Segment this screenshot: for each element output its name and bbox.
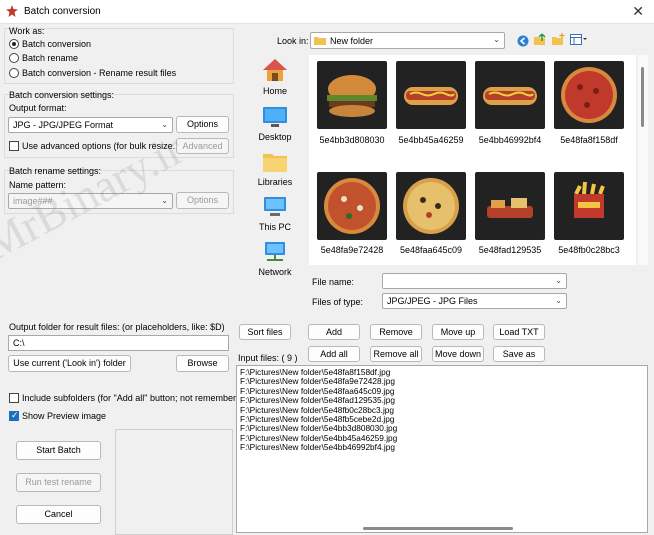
remove-all-button[interactable]: Remove all <box>370 346 422 362</box>
add-button[interactable]: Add <box>308 324 360 340</box>
look-in-value: New folder <box>330 36 374 46</box>
file-name[interactable]: 5e4bb3d808030 <box>309 135 395 145</box>
output-format-value: JPG - JPG/JPEG Format <box>13 120 114 130</box>
home-icon <box>263 59 287 81</box>
file-name[interactable]: 5e4bb46992bf4 <box>467 135 553 145</box>
file-thumb[interactable] <box>396 172 466 240</box>
output-folder-label: Output folder for result files: (or plac… <box>9 322 225 332</box>
use-current-folder-button[interactable]: Use current ('Look in') folder <box>8 355 131 372</box>
sort-files-button[interactable]: Sort files <box>239 324 291 340</box>
title-bar: Batch conversion ✕ <box>0 0 654 24</box>
new-folder-icon[interactable] <box>552 33 565 46</box>
file-thumb[interactable] <box>475 61 545 129</box>
pizza-icon <box>324 178 380 234</box>
move-up-button[interactable]: Move up <box>432 324 484 340</box>
files-of-type-label: Files of type: <box>312 297 364 307</box>
start-batch-button[interactable]: Start Batch <box>16 441 101 460</box>
file-name[interactable]: 5e48fa8f158df <box>546 135 632 145</box>
remove-button[interactable]: Remove <box>370 324 422 340</box>
grid-scrollbar[interactable] <box>638 55 648 265</box>
files-of-type-value: JPG/JPEG - JPG Files <box>387 296 478 306</box>
list-hscrollbar-thumb[interactable] <box>363 527 513 530</box>
preview-image-area <box>115 429 233 535</box>
chevron-down-icon: ⌄ <box>555 276 562 285</box>
show-preview-label[interactable]: Show Preview image <box>22 411 106 421</box>
file-name-label: File name: <box>312 277 355 287</box>
radio-batch-rename[interactable] <box>9 53 19 63</box>
file-thumb[interactable] <box>317 61 387 129</box>
file-name[interactable]: 5e48faa645c09 <box>388 245 474 255</box>
place-libraries-label: Libraries <box>257 177 293 187</box>
list-item[interactable]: F:\Pictures\New folder\5e4bb46992bf4.jpg <box>237 442 647 452</box>
up-folder-icon[interactable] <box>534 33 547 46</box>
look-in-label: Look in: <box>277 36 309 46</box>
chevron-down-icon: ⌄ <box>555 296 562 305</box>
view-menu-icon[interactable] <box>570 34 588 45</box>
radio-convert-rename-label[interactable]: Batch conversion - Rename result files <box>22 68 176 78</box>
file-name[interactable]: 5e48fa9e72428 <box>309 245 395 255</box>
file-name[interactable]: 5e48fad129535 <box>467 245 553 255</box>
save-as-txt-button[interactable]: Save as TXT <box>493 346 545 374</box>
place-desktop-label: Desktop <box>258 132 292 142</box>
file-name-input[interactable]: ⌄ <box>382 273 567 289</box>
place-network[interactable]: Network <box>254 241 296 277</box>
grid-scrollbar-thumb[interactable] <box>641 67 644 127</box>
hotdog-icon <box>404 87 458 105</box>
radio-batch-conversion[interactable] <box>9 39 19 49</box>
output-format-label: Output format: <box>9 103 67 113</box>
fries-icon <box>574 181 605 218</box>
place-home[interactable]: Home <box>254 58 296 96</box>
look-in-select[interactable]: New folder ⌄ <box>310 32 505 49</box>
input-files-label: Input files: ( 9 ) <box>238 353 298 363</box>
work-as-label: Work as: <box>9 26 45 36</box>
file-thumb[interactable] <box>554 172 624 240</box>
radio-convert-rename[interactable] <box>9 68 19 78</box>
include-subfolders-checkbox[interactable] <box>9 393 19 403</box>
libraries-icon <box>263 154 287 172</box>
radio-batch-conversion-label[interactable]: Batch conversion <box>22 39 91 49</box>
app-icon <box>6 5 18 17</box>
place-this-pc[interactable]: This PC <box>254 196 296 232</box>
file-thumb[interactable] <box>317 172 387 240</box>
files-of-type-select[interactable]: JPG/JPEG - JPG Files ⌄ <box>382 293 567 309</box>
folder-icon <box>314 37 326 45</box>
back-icon[interactable] <box>517 35 529 47</box>
load-txt-button[interactable]: Load TXT <box>493 324 545 340</box>
burger-icon <box>327 75 377 117</box>
file-grid: 5e4bb3d808030 5e4bb45a46259 5e4bb46992bf… <box>309 55 636 265</box>
place-libraries[interactable]: Libraries <box>254 151 296 187</box>
file-thumb[interactable] <box>396 61 466 129</box>
computer-icon <box>264 197 286 216</box>
cancel-button[interactable]: Cancel <box>16 505 101 524</box>
close-icon[interactable]: ✕ <box>632 3 644 20</box>
hotdog-icon <box>483 87 537 105</box>
radio-batch-rename-label[interactable]: Batch rename <box>22 53 78 63</box>
place-network-label: Network <box>258 267 292 277</box>
place-this-pc-label: This PC <box>258 222 291 232</box>
run-test-rename-button[interactable]: Run test rename <box>16 473 101 492</box>
desktop-icon <box>263 107 287 127</box>
include-subfolders-label[interactable]: Include subfolders (for "Add all" button… <box>22 393 249 403</box>
file-name[interactable]: 5e4bb45a46259 <box>388 135 474 145</box>
pizza-icon <box>561 67 617 123</box>
output-folder-input[interactable]: C:\ <box>8 335 229 351</box>
move-down-button[interactable]: Move down <box>432 346 484 362</box>
use-advanced-checkbox[interactable] <box>9 141 19 151</box>
window-title: Batch conversion <box>24 6 101 17</box>
input-files-list[interactable]: F:\Pictures\New folder\5e48fa8f158df.jpg… <box>236 365 648 533</box>
place-desktop[interactable]: Desktop <box>254 106 296 142</box>
chevron-down-icon: ⌄ <box>493 35 500 44</box>
tray-icon <box>487 198 533 218</box>
show-preview-checkbox[interactable] <box>9 410 19 421</box>
place-home-label: Home <box>262 86 287 96</box>
pizza-icon <box>403 178 459 234</box>
file-name[interactable]: 5e48fb0c28bc3 <box>546 245 632 255</box>
file-thumb[interactable] <box>475 172 545 240</box>
network-icon <box>265 242 285 261</box>
file-thumb[interactable] <box>554 61 624 129</box>
add-all-button[interactable]: Add all <box>308 346 360 362</box>
conversion-settings-label: Batch conversion settings: <box>9 90 115 100</box>
browse-button[interactable]: Browse <box>176 355 229 372</box>
